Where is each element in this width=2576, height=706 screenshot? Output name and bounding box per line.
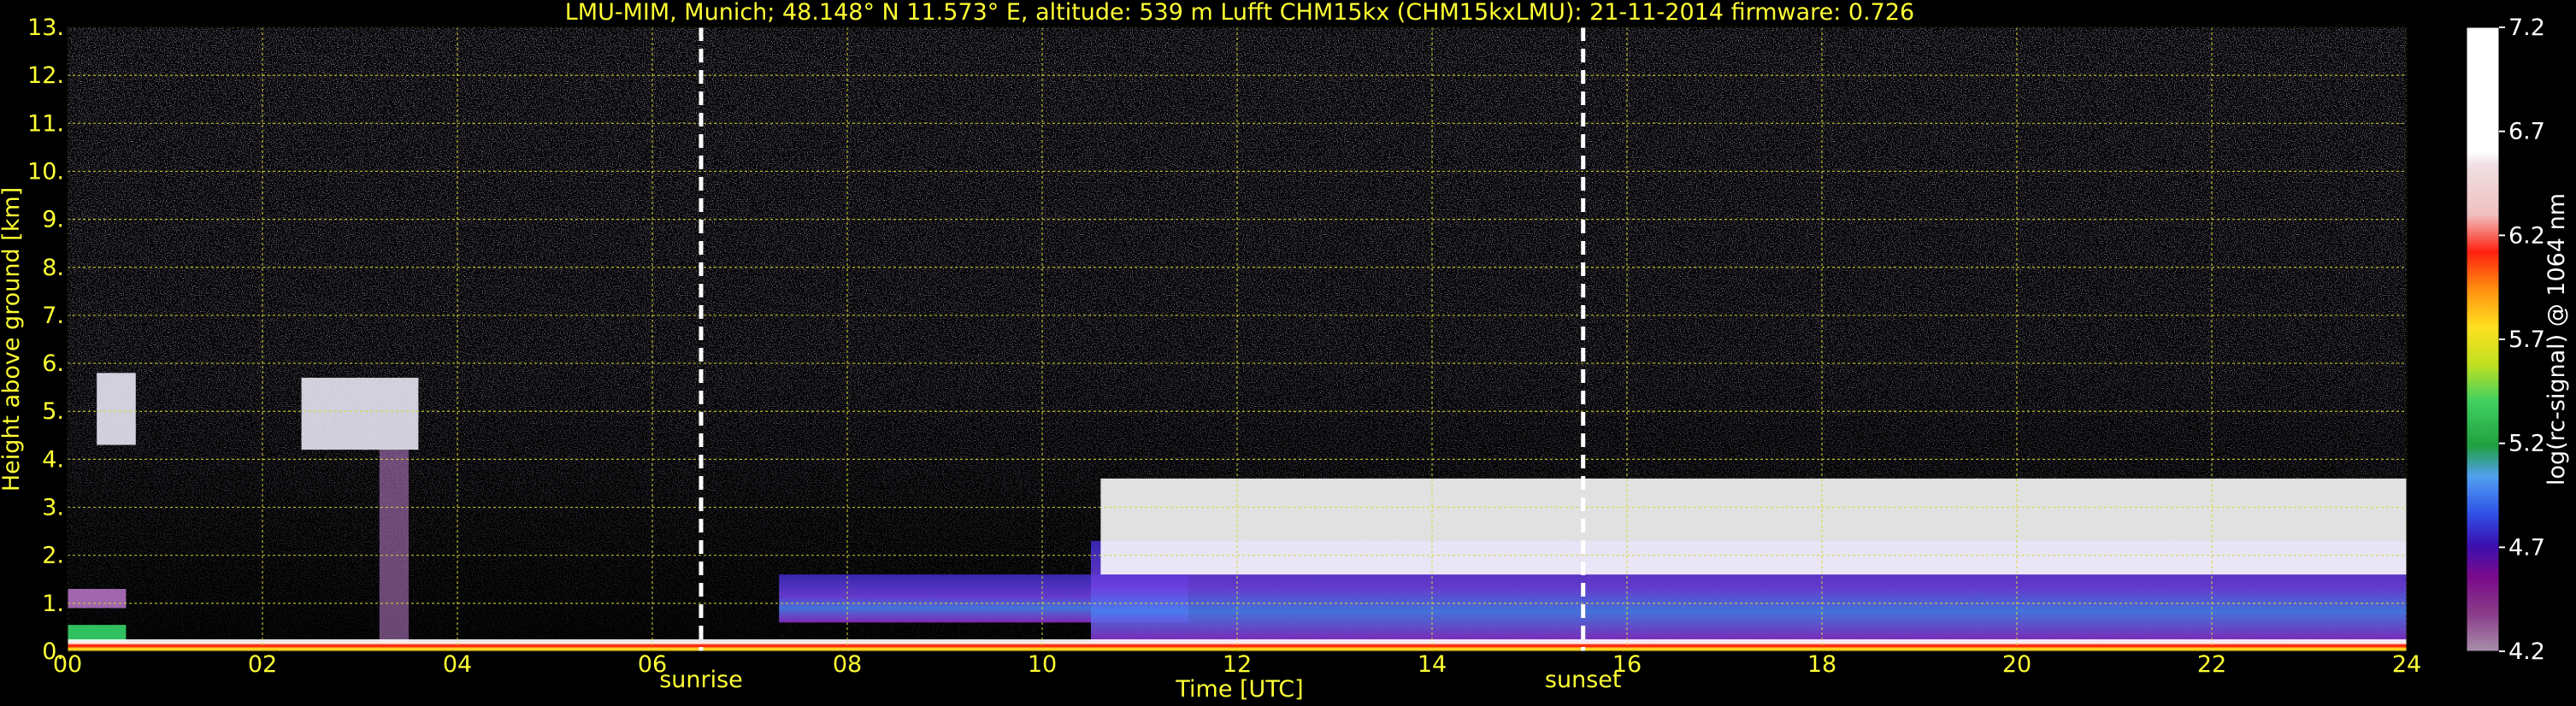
feature-mid-level-cloud — [301, 377, 419, 450]
x-tick-label: 04 — [443, 651, 472, 678]
y-tick-label: 3. — [42, 495, 64, 521]
y-tick-label: 1. — [42, 591, 64, 617]
sunset-label: sunset — [1545, 667, 1622, 693]
colorbar-tick-label: 6.7 — [2508, 119, 2545, 145]
y-tick-label: 6. — [42, 350, 64, 377]
y-tick-label: 8. — [42, 255, 64, 281]
colorbar: 4.2 4.7 5.2 5.7 6.2 6.7 7.2 log(rc-signal) @ 1… — [2466, 15, 2570, 665]
x-tick-label: 18 — [1807, 651, 1836, 678]
colorbar-label: log(rc-signal) @ 1064 nm — [2544, 193, 2570, 485]
x-tick-label: 08 — [833, 651, 862, 678]
y-tick-label: 0. — [42, 638, 64, 665]
x-tick-label: 12 — [1223, 651, 1252, 678]
x-tick-label: 06 — [638, 651, 667, 678]
plot-area: sunrise sunset — [67, 26, 2408, 693]
colorbar-tick-label: 4.7 — [2508, 534, 2545, 561]
colorbar-tick-label: 6.2 — [2508, 222, 2545, 249]
y-tick-label: 13. — [27, 15, 64, 41]
y-axis-label: Height above ground [km] — [0, 187, 25, 491]
y-tick-label: 10. — [27, 158, 64, 185]
x-tick-label: 24 — [2392, 651, 2421, 678]
chart-title: LMU-MIM, Munich; 48.148° N 11.573° E, al… — [565, 0, 1914, 26]
colorbar-tick-label: 7.2 — [2508, 15, 2545, 41]
sunrise-label: sunrise — [659, 667, 743, 693]
y-tick-label: 12. — [27, 62, 64, 89]
x-tick-label: 20 — [2002, 651, 2031, 678]
ceilometer-chart: sunrise sunset 00 02 04 06 08 10 12 14 16 18 20 22 24… — [0, 0, 2570, 703]
y-tick-label: 5. — [42, 398, 64, 425]
x-axis-label: Time [UTC] — [1175, 676, 1303, 703]
x-tick-label: 16 — [1612, 651, 1642, 678]
colorbar-tick-label: 5.7 — [2508, 327, 2545, 353]
colorbar-tick-label: 4.2 — [2508, 638, 2545, 665]
y-tick-label: 9. — [42, 207, 64, 233]
feature-mid-level-cloud — [97, 373, 136, 445]
colorbar-ticks: 4.2 4.7 5.2 5.7 6.2 6.7 7.2 — [2499, 15, 2545, 665]
feature-stratocumulus-deck — [1100, 478, 2407, 575]
x-tick-label: 14 — [1418, 651, 1447, 678]
y-tick-label: 4. — [42, 446, 64, 473]
y-tick-label: 11. — [27, 110, 64, 137]
x-tick-label: 10 — [1028, 651, 1057, 678]
feature-elevated-layer — [68, 589, 127, 609]
y-tick-label: 2. — [42, 543, 64, 569]
x-tick-label: 22 — [2197, 651, 2226, 678]
y-tick-label: 7. — [42, 303, 64, 329]
feature-precipitation-streak — [379, 450, 409, 647]
colorbar-scale — [2466, 26, 2500, 652]
x-tick-label: 02 — [248, 651, 277, 678]
colorbar-tick-label: 5.2 — [2508, 431, 2545, 457]
feature-residual-aerosol-layer — [68, 625, 127, 642]
